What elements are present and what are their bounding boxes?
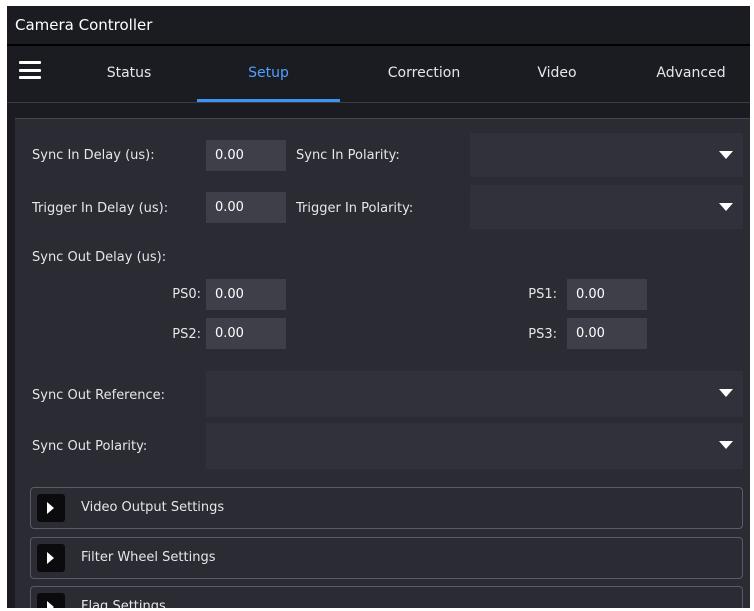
ps0-input[interactable]: 0.00 — [206, 279, 286, 310]
sync-out-polarity-label: Sync Out Polarity: — [32, 439, 148, 454]
video-output-settings-section[interactable]: Video Output Settings — [30, 487, 743, 529]
tab-setup-label: Setup — [248, 65, 289, 81]
dropdown-arrow-icon — [719, 441, 733, 449]
ps2-label: PS2: — [172, 327, 201, 342]
flag-settings-label: Flag Settings — [81, 599, 166, 608]
tab-correction[interactable]: Correction — [359, 46, 489, 102]
tab-status-label: Status — [106, 65, 152, 81]
ps1-label: PS1: — [528, 287, 557, 302]
triangle-right-icon — [47, 502, 54, 514]
dropdown-arrow-icon — [719, 389, 733, 397]
dropdown-arrow-icon — [719, 203, 733, 211]
expand-button[interactable] — [37, 494, 65, 522]
tab-setup[interactable]: Setup — [197, 46, 340, 102]
ps3-label: PS3: — [528, 327, 557, 342]
triangle-right-icon — [47, 552, 54, 564]
tab-advanced-label: Advanced — [656, 65, 726, 81]
filter-wheel-settings-section[interactable]: Filter Wheel Settings — [30, 537, 743, 579]
camera-controller-window: Camera Controller Status Setup Correctio… — [7, 6, 750, 608]
window-title: Camera Controller — [15, 16, 153, 34]
ps3-input[interactable]: 0.00 — [567, 318, 647, 349]
ps1-input[interactable]: 0.00 — [567, 279, 647, 310]
sync-in-polarity-select[interactable] — [470, 133, 743, 177]
menu-icon[interactable] — [19, 61, 41, 79]
trigger-in-delay-label: Trigger In Delay (us): — [32, 201, 169, 216]
dropdown-arrow-icon — [719, 151, 733, 159]
tab-video-label: Video — [537, 65, 577, 81]
sync-out-reference-select[interactable] — [206, 371, 743, 417]
trigger-in-polarity-select[interactable] — [470, 185, 743, 229]
triangle-right-icon — [47, 601, 54, 608]
sync-in-polarity-label: Sync In Polarity: — [296, 148, 400, 163]
flag-settings-section[interactable]: Flag Settings — [30, 586, 743, 608]
tab-advanced[interactable]: Advanced — [641, 46, 741, 102]
title-bar: Camera Controller — [7, 6, 750, 46]
expand-button[interactable] — [37, 544, 65, 572]
sync-out-polarity-select[interactable] — [206, 423, 743, 469]
expand-button[interactable] — [37, 593, 65, 608]
active-tab-indicator — [197, 99, 340, 102]
sync-in-delay-input[interactable]: 0.00 — [206, 140, 286, 171]
ps0-label: PS0: — [172, 287, 201, 302]
trigger-in-delay-input[interactable]: 0.00 — [206, 192, 286, 223]
trigger-in-polarity-label: Trigger In Polarity: — [296, 201, 414, 216]
filter-wheel-settings-label: Filter Wheel Settings — [81, 550, 216, 565]
tab-video[interactable]: Video — [507, 46, 607, 102]
sync-in-delay-label: Sync In Delay (us): — [32, 148, 155, 163]
sync-out-reference-label: Sync Out Reference: — [32, 388, 166, 403]
ps2-input[interactable]: 0.00 — [206, 318, 286, 349]
sync-out-delay-label: Sync Out Delay (us): — [32, 250, 167, 265]
video-output-settings-label: Video Output Settings — [81, 500, 225, 515]
setup-panel: Sync In Delay (us): 0.00 Sync In Polarit… — [15, 118, 750, 608]
tab-status[interactable]: Status — [79, 46, 179, 102]
tab-correction-label: Correction — [387, 65, 461, 81]
tab-bar: Status Setup Correction Video Advanced — [7, 46, 750, 103]
